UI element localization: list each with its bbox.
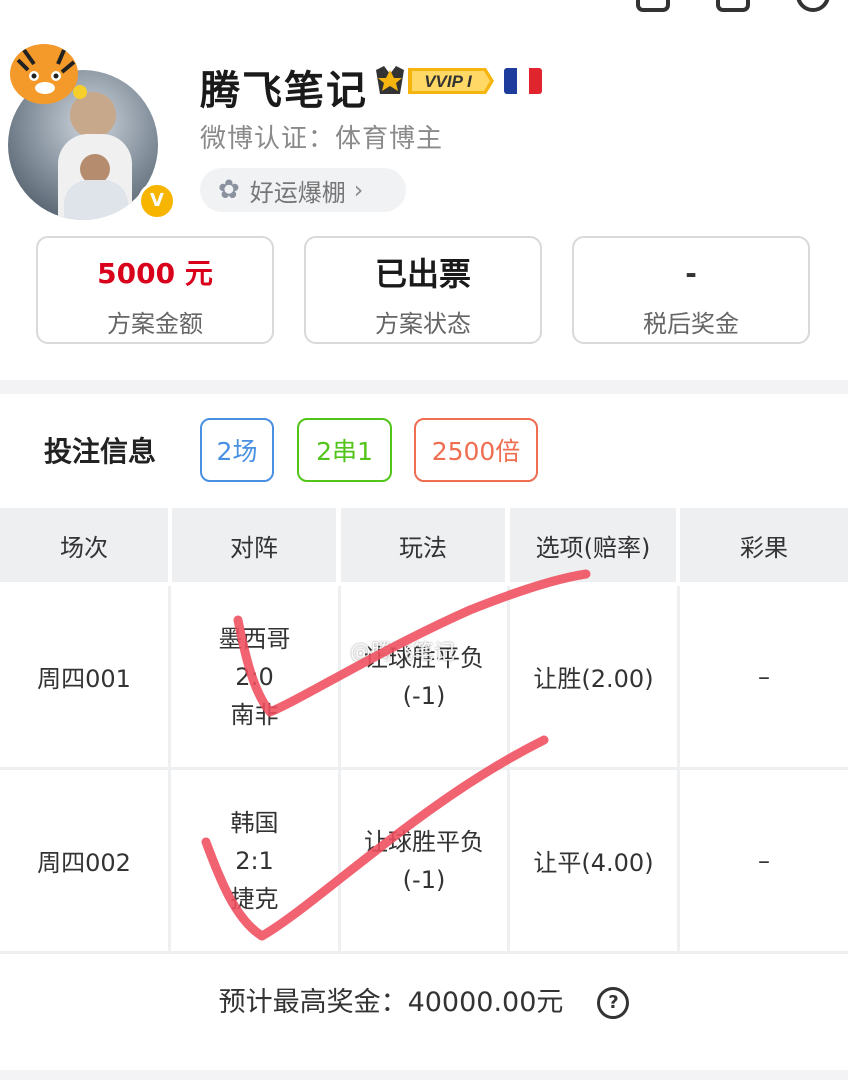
stat-label-status: 方案状态 bbox=[375, 310, 471, 338]
tiger-sticker-icon bbox=[10, 44, 87, 104]
cell-fixture: 韩国 2:1 捷克 bbox=[171, 770, 341, 954]
add-user-icon[interactable] bbox=[636, 0, 670, 12]
cell-fixture: 墨西哥 2:0 南非 bbox=[171, 586, 341, 770]
bet-info-title: 投注信息 bbox=[44, 435, 157, 468]
france-flag-icon bbox=[504, 68, 542, 94]
tag-multiplier: 2500倍 bbox=[414, 418, 538, 482]
cell-result: – bbox=[680, 770, 848, 954]
help-icon[interactable]: ? bbox=[597, 987, 630, 1019]
header-result: 彩果 bbox=[680, 508, 848, 582]
cell-match-no: 周四001 bbox=[0, 586, 171, 770]
table-header: 场次 对阵 玩法 选项(赔率) 彩果 bbox=[0, 508, 848, 582]
profile-header: V 腾飞笔记 VVIP I 微博认证：体育博主 ✿ 好运爆棚 › 5000 元 … bbox=[0, 0, 848, 380]
stat-card-prize: - 税后奖金 bbox=[572, 236, 810, 344]
username: 腾飞笔记 bbox=[200, 68, 368, 114]
table-row[interactable]: 周四001 墨西哥 2:0 南非 让球胜平负 (-1) 让胜(2.00) – bbox=[0, 586, 848, 770]
result-value: – bbox=[758, 662, 770, 691]
match-no: 周四002 bbox=[37, 849, 131, 877]
tag-matches: 2场 bbox=[200, 418, 274, 482]
result-value: – bbox=[758, 846, 770, 875]
home-team: 墨西哥 bbox=[218, 624, 291, 653]
stat-value-prize: - bbox=[685, 257, 697, 290]
cell-play: 让球胜平负 (-1) bbox=[341, 586, 510, 770]
top-toolbar bbox=[636, 0, 830, 12]
handicap: (-1) bbox=[402, 681, 446, 710]
weibo-watermark: @腾飞笔记 bbox=[350, 640, 455, 664]
stat-value-amount: 5000 元 bbox=[97, 257, 213, 290]
stat-label-amount: 方案金额 bbox=[107, 310, 203, 338]
header-match-no: 场次 bbox=[0, 508, 168, 582]
verification-text: 微博认证：体育博主 bbox=[200, 124, 444, 154]
tag-combo: 2串1 bbox=[297, 418, 392, 482]
header-play: 玩法 bbox=[341, 508, 505, 582]
max-prize-summary: 预计最高奖金：40000.00元? bbox=[0, 980, 848, 1019]
chevron-right-icon: › bbox=[353, 176, 364, 204]
avatar-area[interactable]: V bbox=[4, 30, 176, 220]
home-team: 韩国 bbox=[230, 808, 279, 837]
handicap: (-1) bbox=[402, 865, 446, 894]
verified-badge-icon: V bbox=[138, 182, 176, 220]
stat-value-status: 已出票 bbox=[374, 255, 471, 293]
stat-label-prize: 税后奖金 bbox=[643, 310, 739, 338]
luck-label: 好运爆棚 bbox=[249, 178, 346, 207]
stat-card-amount: 5000 元 方案金额 bbox=[36, 236, 274, 344]
cell-match-no: 周四002 bbox=[0, 770, 171, 954]
pick-odds: 让胜(2.00) bbox=[533, 665, 654, 693]
cell-pick: 让平(4.00) bbox=[510, 770, 680, 954]
cell-pick: 让胜(2.00) bbox=[510, 586, 680, 770]
play-type: 让球胜平负 bbox=[364, 827, 484, 856]
bet-info-section: 投注信息 2场 2串1 2500倍 场次 对阵 玩法 选项(赔率) 彩果 周四0… bbox=[0, 394, 848, 1070]
pick-odds: 让平(4.00) bbox=[533, 849, 654, 877]
max-prize-text: 预计最高奖金：40000.00元 bbox=[218, 987, 564, 1018]
away-team: 南非 bbox=[230, 700, 279, 729]
match-score: 2:1 bbox=[235, 846, 274, 875]
clover-icon: ✿ bbox=[218, 175, 240, 205]
luck-status-pill[interactable]: ✿ 好运爆棚 › bbox=[200, 168, 406, 212]
vvip-badge[interactable]: VVIP I bbox=[374, 64, 496, 98]
scan-icon[interactable] bbox=[716, 0, 750, 12]
away-team: 捷克 bbox=[230, 884, 279, 913]
header-fixture: 对阵 bbox=[172, 508, 336, 582]
cell-result: – bbox=[680, 586, 848, 770]
stat-card-status: 已出票 方案状态 bbox=[304, 236, 542, 344]
section-divider bbox=[0, 380, 848, 394]
settings-icon[interactable] bbox=[796, 0, 830, 12]
vvip-badge-text: VVIP I bbox=[424, 72, 473, 91]
match-no: 周四001 bbox=[37, 665, 131, 693]
table-row[interactable]: 周四002 韩国 2:1 捷克 让球胜平负 (-1) 让平(4.00) – bbox=[0, 770, 848, 954]
cell-play: 让球胜平负 (-1) bbox=[341, 770, 510, 954]
match-score: 2:0 bbox=[235, 662, 274, 691]
header-pick: 选项(赔率) bbox=[510, 508, 676, 582]
